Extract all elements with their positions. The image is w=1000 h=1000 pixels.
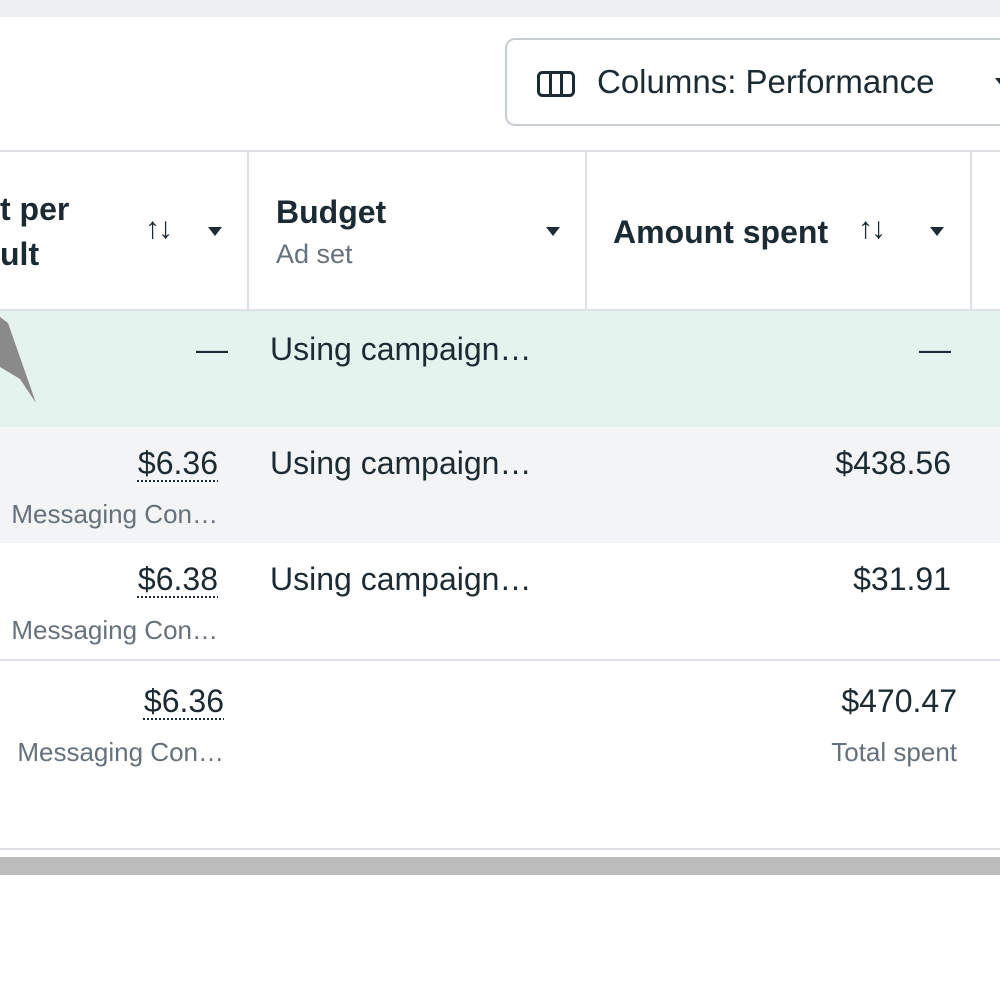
total-amount-spent-value: $470.47 — [841, 683, 957, 719]
table-row[interactable]: — Using campaign… — — [0, 311, 1000, 427]
header-amount-spent-title: Amount spent — [613, 214, 829, 250]
result-type-label: Messaging Con… — [11, 499, 218, 529]
amount-spent-value: — — [919, 331, 951, 367]
cursor-pointer-icon — [0, 317, 36, 403]
budget-value: Using campaign… — [270, 445, 532, 481]
totals-row: $6.36 Messaging Con… $470.47 Total spent — [0, 661, 1000, 849]
result-type-label: Messaging Con… — [17, 737, 224, 767]
columns-performance-button[interactable]: Columns: Performance — [505, 38, 1000, 126]
amount-spent-value: $438.56 — [835, 445, 951, 481]
budget-value: Using campaign… — [270, 331, 532, 367]
header-cost-per-result-line2: ult — [0, 236, 40, 272]
columns-icon — [537, 71, 575, 97]
column-menu-caret-icon[interactable] — [930, 227, 944, 236]
horizontal-scrollbar[interactable] — [0, 857, 1000, 875]
total-spent-label: Total spent — [831, 737, 957, 767]
table-bottom-border — [0, 848, 1000, 850]
header-budget-title: Budget — [276, 194, 387, 230]
column-menu-caret-icon[interactable] — [208, 227, 222, 236]
table-top-border — [0, 150, 1000, 152]
columns-button-label: Columns: Performance — [597, 63, 935, 100]
ads-table: t per ult ↑↓ Budget Ad set Amount spent … — [0, 150, 1000, 852]
column-menu-caret-icon[interactable] — [546, 227, 560, 236]
cost-per-result-value[interactable]: $6.36 — [138, 445, 218, 482]
cost-per-result-value[interactable]: $6.38 — [138, 561, 218, 598]
column-divider — [585, 150, 587, 310]
table-row[interactable]: $6.36 Messaging Con… Using campaign… $43… — [0, 427, 1000, 543]
top-toolbar-strip — [0, 0, 1000, 17]
chevron-down-icon — [995, 78, 1000, 87]
amount-spent-value: $31.91 — [853, 561, 951, 597]
table-row[interactable]: $6.38 Messaging Con… Using campaign… $31… — [0, 543, 1000, 659]
budget-value: Using campaign… — [270, 561, 532, 597]
cost-per-result-value: — — [196, 331, 228, 367]
sort-icon[interactable]: ↑↓ — [858, 212, 886, 246]
sort-icon[interactable]: ↑↓ — [145, 212, 173, 246]
result-type-label: Messaging Con… — [11, 615, 218, 645]
column-divider — [247, 150, 249, 310]
header-budget-subtitle: Ad set — [276, 239, 353, 269]
total-cost-per-result-value[interactable]: $6.36 — [144, 683, 224, 720]
column-divider — [970, 150, 972, 310]
header-cost-per-result-line1: t per — [0, 191, 70, 227]
